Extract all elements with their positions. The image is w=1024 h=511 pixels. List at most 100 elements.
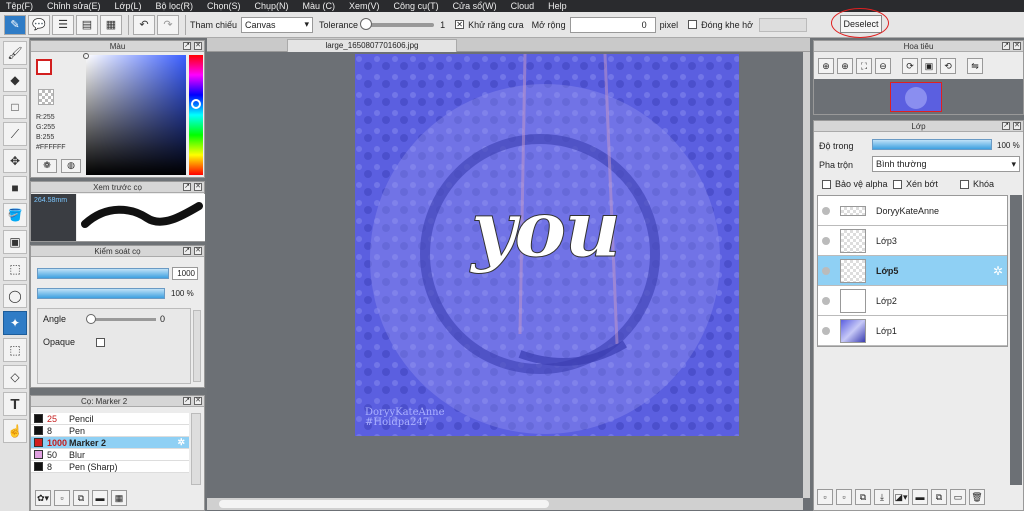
layer-visibility-icon[interactable] <box>822 206 830 215</box>
menu-file[interactable]: Tệp(F) <box>6 1 33 11</box>
reference-select[interactable]: Canvas ▾ <box>241 16 314 33</box>
select-eraser-tool-icon[interactable]: ◇ <box>3 365 27 389</box>
zoom-in-alt-icon[interactable]: ⊕ <box>837 58 853 74</box>
layer-opacity-slider[interactable] <box>872 139 992 150</box>
menu-capture[interactable]: Chụp(N) <box>255 1 289 11</box>
panel-close-icon[interactable]: ✕ <box>1013 122 1021 130</box>
panel-float-icon[interactable]: ↗ <box>1002 122 1010 130</box>
brush-list-scrollbar[interactable] <box>191 413 201 485</box>
expand-input[interactable]: 0 <box>569 16 656 33</box>
brush-size-slider[interactable] <box>37 268 169 279</box>
folder-icon[interactable]: ▬ <box>92 490 108 506</box>
brush-settings-icon[interactable]: ✿▾ <box>35 490 51 506</box>
menu-window[interactable]: Cửa sổ(W) <box>453 1 497 11</box>
clear-layer-icon[interactable]: ▭ <box>950 489 966 505</box>
brush-list-item[interactable]: 25 Pencil <box>31 413 189 425</box>
artwork-canvas[interactable]: you DoryyKateAnne #Hoidpa247 <box>355 54 739 436</box>
bucket-tool-icon[interactable]: 🪣 <box>3 203 27 227</box>
merge-layer-icon[interactable]: ⤓ <box>874 489 890 505</box>
menu-color[interactable]: Màu (C) <box>303 1 336 11</box>
opaque-checkbox[interactable] <box>96 338 105 347</box>
layer-visibility-icon[interactable] <box>822 236 830 245</box>
redo-icon[interactable]: ↷ <box>157 14 179 35</box>
layers-icon[interactable]: ☰ <box>52 14 74 35</box>
angle-slider[interactable] <box>86 314 156 324</box>
brush-opacity-slider[interactable] <box>37 288 165 299</box>
move-tool-icon[interactable]: ✥ <box>3 149 27 173</box>
line-tool-icon[interactable]: ⟋ <box>3 122 27 146</box>
panel-float-icon[interactable]: ↗ <box>1002 42 1010 50</box>
fill-rect-tool-icon[interactable]: ■ <box>3 176 27 200</box>
grid-icon[interactable]: ▦ <box>100 14 122 35</box>
reset-rotation-icon[interactable]: ⟲ <box>940 58 956 74</box>
brush-settings-gear-icon[interactable]: ✲ <box>177 437 185 448</box>
palette-icon[interactable]: ❁ <box>37 159 57 173</box>
layer-row[interactable]: Lớp3 <box>818 226 1007 256</box>
layer-row-selected[interactable]: Lớp5 ✲ <box>818 256 1007 286</box>
panel-close-icon[interactable]: ✕ <box>194 247 202 255</box>
protect-alpha-checkbox[interactable] <box>822 180 831 189</box>
brush-list-item[interactable]: 8 Pen (Sharp) <box>31 461 189 473</box>
new-layer-alt-icon[interactable]: ▫ <box>836 489 852 505</box>
actual-size-icon[interactable]: ▣ <box>921 58 937 74</box>
layer-settings-gear-icon[interactable]: ✲ <box>993 264 1003 278</box>
brush-list-item[interactable]: 8 Pen <box>31 425 189 437</box>
rotate-icon[interactable]: ⟳ <box>902 58 918 74</box>
layer-row[interactable]: Lớp2 <box>818 286 1007 316</box>
panel-close-icon[interactable]: ✕ <box>1013 42 1021 50</box>
lasso-tool-icon[interactable]: ◯ <box>3 284 27 308</box>
copy-brush-icon[interactable]: ⧉ <box>73 490 89 506</box>
menu-tools[interactable]: Công cụ(T) <box>394 1 439 11</box>
layer-visibility-icon[interactable] <box>822 266 830 275</box>
color-picker-cursor[interactable] <box>83 53 89 59</box>
transparent-color-swatch[interactable] <box>38 89 54 105</box>
zoom-out-icon[interactable]: ⊖ <box>875 58 891 74</box>
hand-tool-icon[interactable]: ☝ <box>3 419 27 443</box>
brush-grid-icon[interactable]: ▦ <box>111 490 127 506</box>
brush-control-scrollbar[interactable] <box>193 310 201 382</box>
horizontal-scrollbar[interactable] <box>207 498 803 510</box>
saturation-value-picker[interactable] <box>83 53 186 175</box>
gradient-tool-icon[interactable]: ▣ <box>3 230 27 254</box>
layer-row[interactable]: DoryyKateAnne <box>818 196 1007 226</box>
fit-screen-icon[interactable]: ⛶ <box>856 58 872 74</box>
layer-visibility-icon[interactable] <box>822 326 830 335</box>
menu-cloud[interactable]: Cloud <box>511 1 535 11</box>
tolerance-slider-handle[interactable] <box>360 17 373 30</box>
brush-list-item[interactable]: 50 Blur <box>31 449 189 461</box>
hue-slider-handle[interactable] <box>191 99 201 109</box>
text-tool-icon[interactable]: T <box>3 392 27 416</box>
marquee-tool-icon[interactable]: ⬚ <box>3 257 27 281</box>
vertical-scrollbar[interactable] <box>803 52 810 498</box>
menu-select[interactable]: Chọn(S) <box>207 1 241 11</box>
tool-options-icon[interactable]: ✎ <box>4 14 26 35</box>
layer-row[interactable]: Lớp1 <box>818 316 1007 346</box>
color-wheel-icon[interactable]: ◍ <box>61 159 81 173</box>
layer-effects-icon[interactable]: ◪▾ <box>893 489 909 505</box>
menu-layer[interactable]: Lớp(L) <box>115 1 142 11</box>
layer-folder-icon[interactable]: ▬ <box>912 489 928 505</box>
delete-layer-icon[interactable]: 🗑 <box>969 489 985 505</box>
document-tab[interactable]: large_1650807701606.jpg <box>287 39 457 52</box>
rect-select-tool-icon[interactable]: □ <box>3 95 27 119</box>
panel-float-icon[interactable]: ↗ <box>183 247 191 255</box>
copy-layer-icon[interactable]: ⧉ <box>931 489 947 505</box>
menu-view[interactable]: Xem(V) <box>349 1 380 11</box>
layer-list-scrollbar[interactable] <box>1010 195 1022 485</box>
brush-size-input[interactable]: 1000 <box>172 267 198 280</box>
new-brush-icon[interactable]: ▫ <box>54 490 70 506</box>
new-layer-icon[interactable]: ▫ <box>817 489 833 505</box>
blend-mode-select[interactable]: Bình thường ▾ <box>872 156 1020 172</box>
panel-float-icon[interactable]: ↗ <box>183 397 191 405</box>
brush-list-item[interactable]: 1000 Marker 2 ✲ <box>31 437 189 449</box>
panel-close-icon[interactable]: ✕ <box>194 42 202 50</box>
eraser-tool-icon[interactable]: ◆ <box>3 68 27 92</box>
undo-icon[interactable]: ↶ <box>133 14 155 35</box>
panel-float-icon[interactable]: ↗ <box>183 183 191 191</box>
horizontal-scrollbar-thumb[interactable] <box>219 500 549 508</box>
brush-tool-icon[interactable]: 🖌 <box>3 41 27 65</box>
angle-slider-handle[interactable] <box>86 314 96 324</box>
foreground-color-swatch[interactable] <box>36 59 52 75</box>
panel-close-icon[interactable]: ✕ <box>194 397 202 405</box>
close-gap-checkbox[interactable] <box>688 20 698 29</box>
